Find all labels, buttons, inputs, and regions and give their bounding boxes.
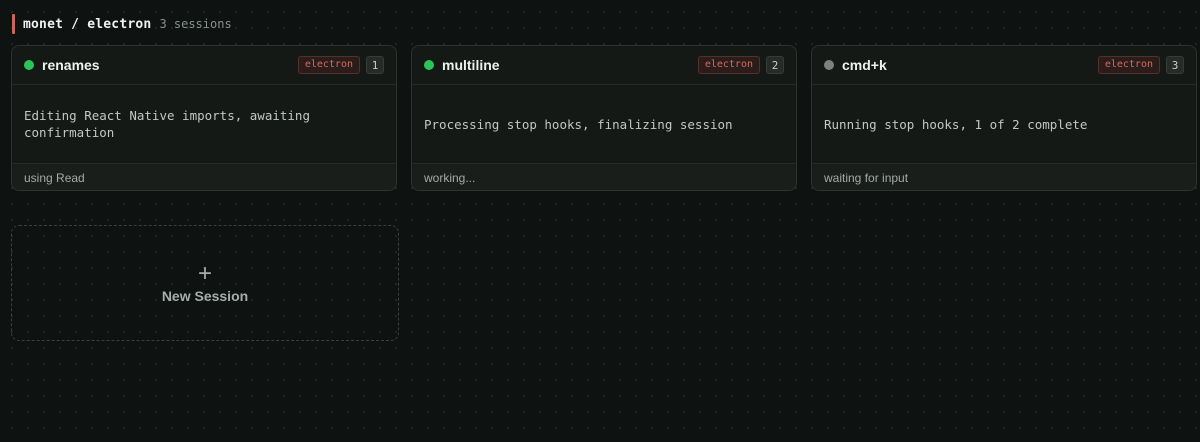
project-badge: electron [697,56,760,74]
session-status: using Read [24,171,85,185]
project-badge: electron [297,56,360,74]
session-card-renames[interactable]: renames electron 1 Editing React Native … [11,45,397,191]
project-header: monet / electron 3 sessions [12,14,232,34]
session-card-footer: working... [412,164,796,190]
session-index: 2 [766,56,784,74]
new-session-button[interactable]: + New Session [11,225,399,341]
project-title: monet / electron [23,16,152,32]
session-index: 3 [1166,56,1184,74]
status-dot-icon [424,60,434,70]
status-dot-icon [824,60,834,70]
session-card-header: cmd+k electron 3 [812,46,1196,85]
session-card-cmd-k[interactable]: cmd+k electron 3 Running stop hooks, 1 o… [811,45,1197,191]
session-description: Editing React Native imports, awaiting c… [24,108,310,140]
session-card-header: multiline electron 2 [412,46,796,85]
session-card-body: Editing React Native imports, awaiting c… [12,85,396,164]
session-description: Processing stop hooks, finalizing sessio… [424,116,733,132]
session-name: multiline [442,57,500,73]
session-card-footer: waiting for input [812,164,1196,190]
plus-icon: + [197,259,212,287]
status-dot-icon [24,60,34,70]
session-count: 3 sessions [159,17,232,31]
session-card-multiline[interactable]: multiline electron 2 Processing stop hoo… [411,45,797,191]
project-badge: electron [1097,56,1160,74]
session-status: waiting for input [824,171,909,185]
session-name: renames [42,57,100,73]
header-accent-bar [12,14,15,34]
session-description: Running stop hooks, 1 of 2 complete [824,116,1088,132]
session-status: working... [424,171,476,185]
session-name: cmd+k [842,57,887,73]
session-card-body: Running stop hooks, 1 of 2 complete [812,85,1196,164]
new-session-label: New Session [161,287,249,304]
session-card-body: Processing stop hooks, finalizing sessio… [412,85,796,164]
session-card-footer: using Read [12,164,396,190]
session-card-header: renames electron 1 [12,46,396,85]
session-index: 1 [366,56,384,74]
